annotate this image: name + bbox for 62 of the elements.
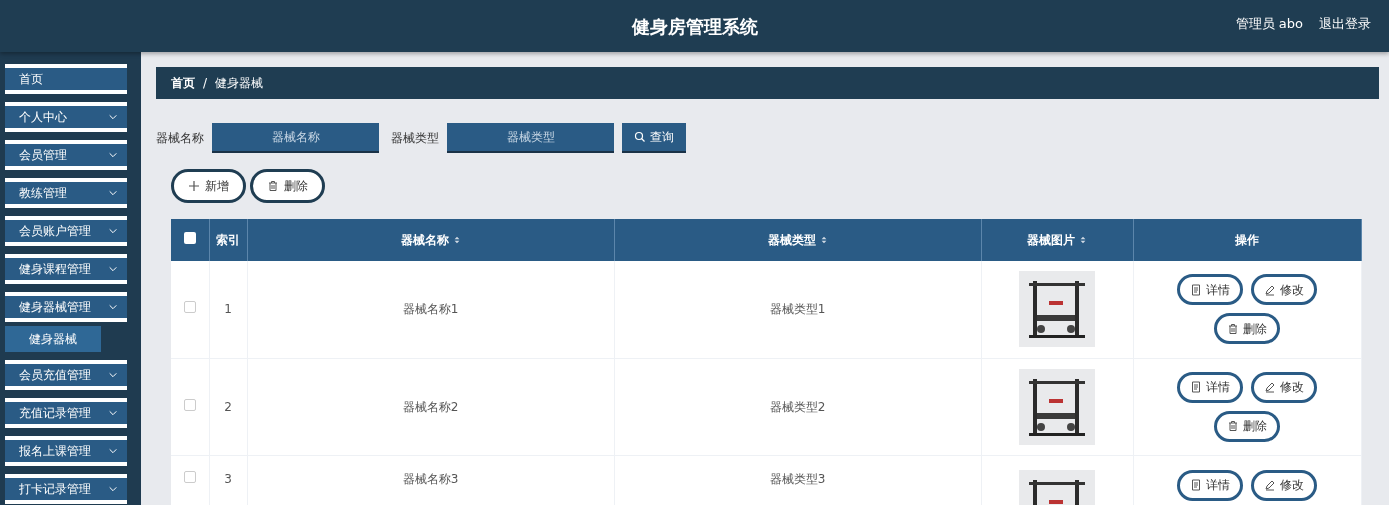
document-icon (1190, 479, 1202, 491)
table-cell: 器械类型1 (769, 302, 826, 317)
table-cell: 3 (224, 471, 232, 486)
select-all-checkbox[interactable] (183, 232, 196, 244)
edit-button[interactable]: 修改 (1251, 469, 1317, 501)
sidebar-item[interactable]: 报名上课管理 (5, 436, 127, 466)
detail-button[interactable]: 详情 (1177, 469, 1243, 501)
logout-link[interactable]: 退出登录 (1319, 14, 1371, 34)
column-header: 索引 (216, 232, 240, 249)
delete-button[interactable]: 删除 (1214, 410, 1280, 442)
sidebar-item[interactable]: 会员账户管理 (5, 216, 127, 246)
field-label: 器械类型 (391, 130, 439, 147)
user-name: 管理员 abo (1235, 15, 1303, 33)
sidebar-item[interactable]: 个人中心 (5, 102, 127, 132)
plus-icon (188, 180, 200, 192)
trash-icon (1227, 420, 1239, 432)
detail-button[interactable]: 详情 (1177, 274, 1243, 306)
column-header[interactable]: 器械名称 (400, 231, 449, 249)
row-checkbox[interactable] (183, 470, 196, 483)
breadcrumb-separator: / (203, 75, 208, 92)
sidebar-item[interactable]: 会员管理 (5, 140, 127, 170)
search-button[interactable]: 查询 (622, 123, 686, 153)
search-field[interactable]: 器械名称 (212, 123, 379, 153)
pencil-icon (1264, 283, 1276, 296)
sidebar-item[interactable]: 首页 (5, 64, 127, 94)
app-title: 健身房管理系统 (631, 14, 758, 39)
document-icon (1190, 283, 1202, 296)
table-cell: 2 (224, 399, 232, 414)
column-header[interactable]: 器械图片 (1027, 231, 1075, 249)
document-icon (1190, 381, 1202, 393)
sidebar-item[interactable]: 充值记录管理 (5, 398, 127, 428)
trash-icon (267, 180, 279, 192)
sidebar-item[interactable]: 健身课程管理 (5, 254, 127, 284)
table-cell: 1 (224, 302, 232, 317)
search-icon (634, 131, 646, 143)
sidebar-item[interactable]: 打卡记录管理 (5, 474, 127, 504)
delete-button[interactable]: 删除 (1214, 313, 1280, 345)
table-cell: 器械名称3 (402, 471, 459, 486)
trash-icon (1227, 322, 1239, 335)
search-field[interactable]: 器械类型 (447, 123, 614, 153)
breadcrumb-item: 健身器械 (215, 75, 264, 92)
column-header[interactable]: 器械类型 (767, 231, 816, 249)
row-checkbox[interactable] (183, 301, 196, 314)
edit-button[interactable]: 修改 (1251, 371, 1317, 403)
sidebar-item[interactable]: 会员充值管理 (5, 360, 127, 390)
sidebar-item[interactable]: 教练管理 (5, 178, 127, 208)
table-cell: 器械名称1 (402, 302, 459, 317)
breadcrumb-item[interactable]: 首页 (171, 74, 195, 92)
add-button[interactable]: 新增 (171, 169, 246, 203)
pencil-icon (1264, 381, 1276, 393)
submenu-item[interactable]: 健身器械 (5, 326, 101, 352)
field-label: 器械名称 (156, 130, 204, 147)
table-cell: 器械类型3 (769, 471, 826, 486)
delete-button[interactable]: 删除 (250, 169, 325, 203)
row-checkbox[interactable] (183, 398, 196, 411)
sidebar-item[interactable]: 健身器械管理 (5, 292, 127, 322)
column-header: 操作 (1235, 232, 1259, 249)
pencil-icon (1264, 479, 1276, 491)
detail-button[interactable]: 详情 (1177, 371, 1243, 403)
edit-button[interactable]: 修改 (1251, 274, 1317, 306)
table-cell: 器械名称2 (402, 399, 459, 414)
table-cell: 器械类型2 (769, 399, 826, 414)
